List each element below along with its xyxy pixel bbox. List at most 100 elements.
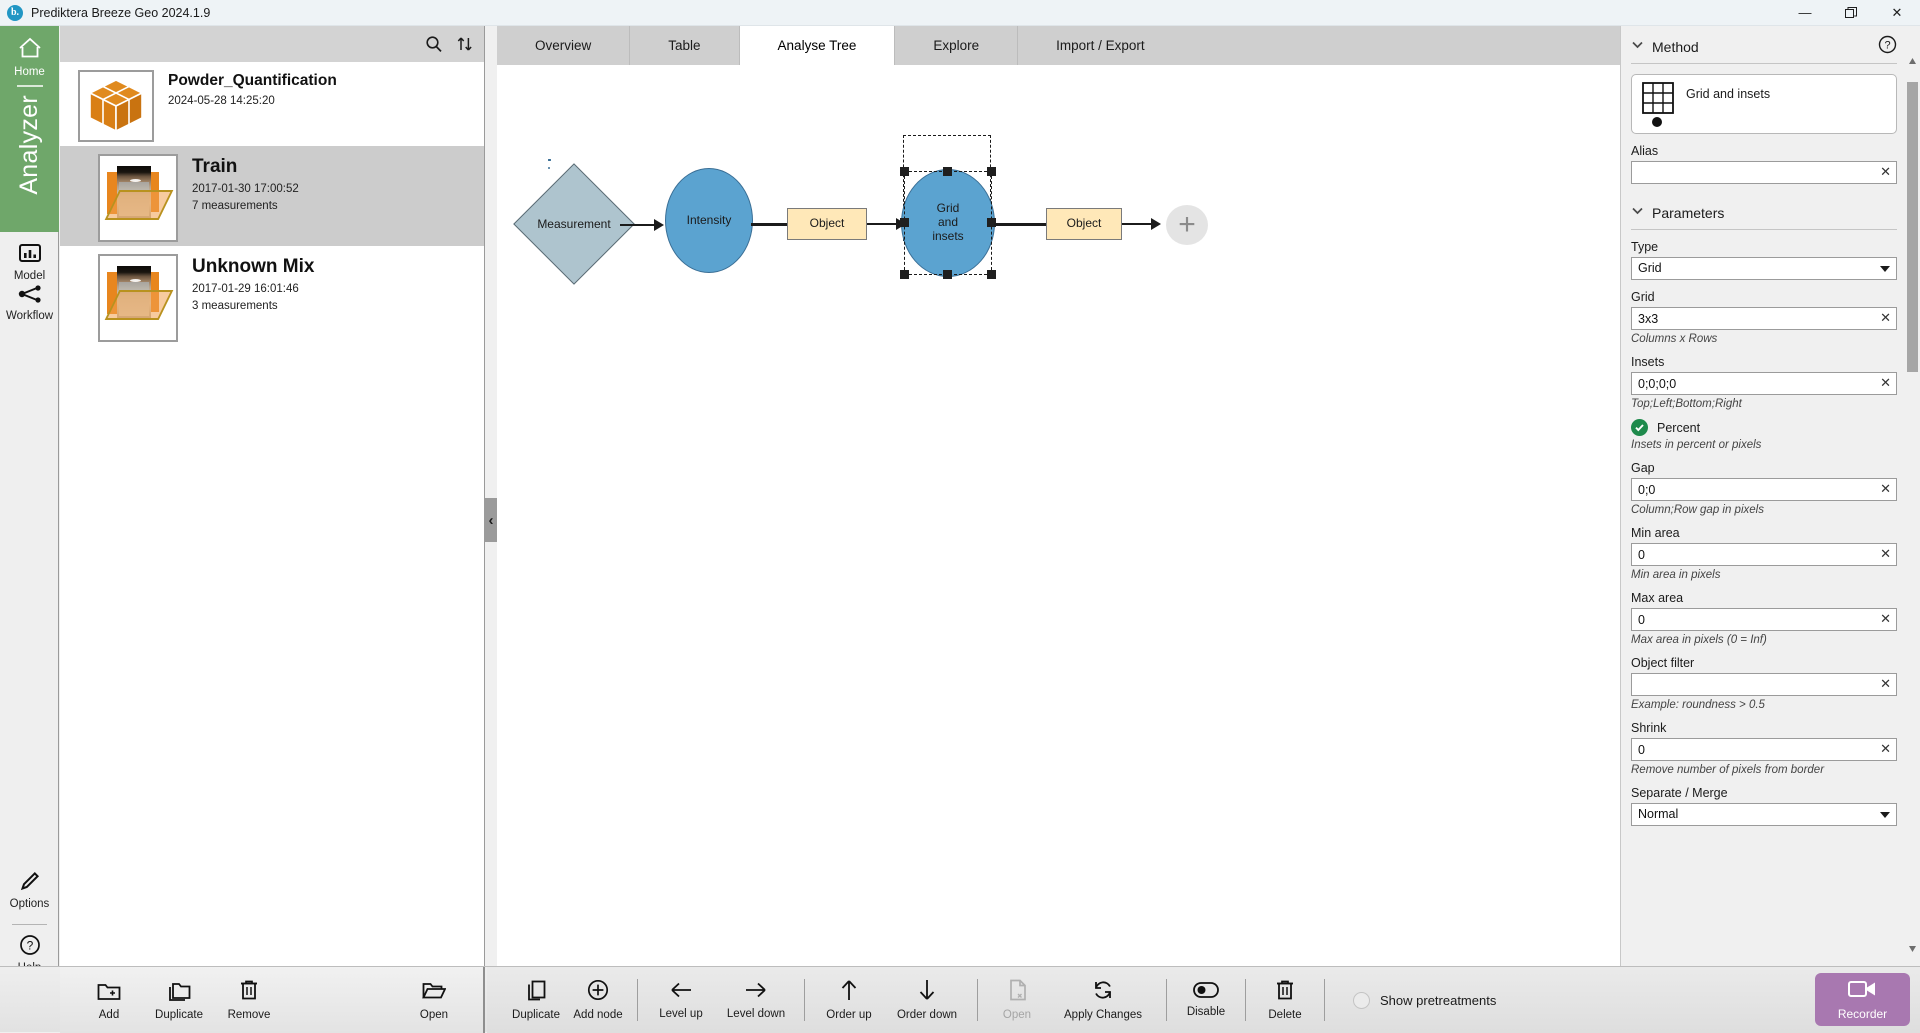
- duplicate-project-button[interactable]: Duplicate: [148, 972, 210, 1028]
- plus-circle-icon: [587, 979, 609, 1006]
- tab-table[interactable]: Table: [630, 26, 739, 65]
- minimize-button[interactable]: —: [1782, 0, 1828, 26]
- resize-handle-w[interactable]: [900, 218, 909, 227]
- maximize-button[interactable]: [1828, 0, 1874, 26]
- method-card-label: Grid and insets: [1686, 87, 1770, 101]
- alias-input[interactable]: [1631, 161, 1897, 184]
- section-header-method[interactable]: Method ?: [1631, 32, 1897, 64]
- type-select[interactable]: Grid: [1631, 257, 1897, 280]
- apply-changes-button[interactable]: Apply Changes: [1048, 972, 1158, 1028]
- sidebar-item-options[interactable]: Options: [0, 870, 59, 910]
- question-circle-icon: ?: [19, 934, 41, 961]
- insets-input[interactable]: [1631, 372, 1897, 395]
- scroll-down-arrow-icon[interactable]: [1907, 942, 1918, 955]
- object-filter-input[interactable]: [1631, 673, 1897, 696]
- plus-icon: +: [1178, 208, 1196, 242]
- shrink-input[interactable]: [1631, 738, 1897, 761]
- delete-button[interactable]: Delete: [1254, 972, 1316, 1028]
- section-header-parameters[interactable]: Parameters: [1631, 198, 1897, 230]
- svg-text:?: ?: [1884, 39, 1890, 51]
- resize-handle-s[interactable]: [943, 270, 952, 279]
- tab-explore[interactable]: Explore: [895, 26, 1018, 65]
- max-area-input[interactable]: [1631, 608, 1897, 631]
- properties-panel: Method ? Grid and insets Alias ✕: [1620, 26, 1920, 966]
- add-node-button[interactable]: +: [1166, 205, 1208, 245]
- resize-handle-se[interactable]: [987, 270, 996, 279]
- open-node-button[interactable]: Open: [986, 972, 1048, 1028]
- arrow-up-icon: [839, 979, 859, 1006]
- home-icon[interactable]: [17, 36, 43, 65]
- clear-icon[interactable]: ✕: [1880, 611, 1891, 627]
- recorder-button[interactable]: Recorder: [1815, 973, 1910, 1026]
- show-pretreatments-toggle[interactable]: Show pretreatments: [1353, 992, 1496, 1009]
- gap-input[interactable]: [1631, 478, 1897, 501]
- clear-icon[interactable]: ✕: [1880, 546, 1891, 562]
- question-circle-icon[interactable]: ?: [1878, 35, 1897, 59]
- add-button[interactable]: Add: [78, 972, 140, 1028]
- chevron-down-icon: [1631, 204, 1644, 222]
- resize-handle-ne[interactable]: [987, 167, 996, 176]
- node-intensity[interactable]: Intensity: [665, 168, 753, 273]
- tab-overview[interactable]: Overview: [497, 26, 630, 65]
- open-node-label: Open: [1003, 1009, 1031, 1021]
- list-item[interactable]: Train 2017-01-30 17:00:52 7 measurements: [60, 146, 484, 246]
- field-label-insets: Insets: [1631, 355, 1897, 369]
- resize-handle-sw[interactable]: [900, 270, 909, 279]
- scrollbar-thumb[interactable]: [1907, 82, 1918, 372]
- node-object-1[interactable]: Object: [787, 208, 867, 240]
- project-thumbnail-cube: [78, 70, 154, 142]
- project-thumbnail: [98, 154, 178, 242]
- field-hint-gap: Column;Row gap in pixels: [1631, 504, 1897, 516]
- method-card[interactable]: Grid and insets: [1631, 74, 1897, 134]
- sidebar-item-workflow[interactable]: Workflow: [0, 284, 59, 322]
- add-node-button[interactable]: Add node: [567, 972, 629, 1028]
- remove-button[interactable]: Remove: [218, 972, 280, 1028]
- open-project-label: Open: [420, 1009, 448, 1021]
- chart-icon: [19, 242, 41, 269]
- open-project-button[interactable]: Open: [403, 972, 465, 1028]
- order-up-label: Order up: [826, 1009, 871, 1021]
- separate-merge-select[interactable]: Normal: [1631, 803, 1897, 826]
- level-down-label: Level down: [727, 1008, 785, 1020]
- order-down-button[interactable]: Order down: [885, 972, 969, 1028]
- scroll-up-arrow-icon[interactable]: [1907, 54, 1918, 67]
- clear-icon[interactable]: ✕: [1880, 375, 1891, 391]
- clear-icon[interactable]: ✕: [1880, 741, 1891, 757]
- tab-analyse-tree[interactable]: Analyse Tree: [740, 26, 896, 65]
- rail-brand-section: Home Analyzer: [0, 26, 59, 232]
- duplicate-node-button[interactable]: Duplicate: [505, 972, 567, 1028]
- clear-icon[interactable]: ✕: [1880, 676, 1891, 692]
- clear-icon[interactable]: ✕: [1880, 310, 1891, 326]
- alias-label: Alias: [1631, 144, 1897, 158]
- arrow-left-icon: [669, 980, 693, 1005]
- edge-measurement-intensity: [620, 224, 656, 226]
- sort-icon[interactable]: [456, 35, 474, 53]
- method-active-dot: [1652, 117, 1662, 127]
- toggle-circle-icon: [1353, 992, 1370, 1009]
- collapse-left-panel-button[interactable]: ‹: [484, 498, 498, 542]
- close-button[interactable]: ✕: [1874, 0, 1920, 26]
- min-area-input[interactable]: [1631, 543, 1897, 566]
- order-up-button[interactable]: Order up: [813, 972, 885, 1028]
- document-icon: [1008, 979, 1027, 1006]
- sidebar-item-model[interactable]: Model: [0, 242, 59, 282]
- level-up-button[interactable]: Level up: [646, 972, 716, 1028]
- resize-handle-nw[interactable]: [900, 167, 909, 176]
- search-icon[interactable]: [425, 35, 443, 53]
- left-nav-rail: Home Analyzer Model Workflow: [0, 26, 59, 1032]
- project-timestamp: 2017-01-29 16:01:46: [192, 282, 314, 298]
- level-down-button[interactable]: Level down: [716, 972, 796, 1028]
- clear-icon[interactable]: ✕: [1880, 164, 1891, 180]
- properties-scrollbar[interactable]: [1907, 68, 1918, 960]
- project-root-row[interactable]: Powder_Quantification 2024-05-28 14:25:2…: [60, 62, 484, 146]
- resize-handle-n[interactable]: [943, 167, 952, 176]
- refresh-icon: [1092, 979, 1114, 1006]
- list-item[interactable]: Unknown Mix 2017-01-29 16:01:46 3 measur…: [60, 246, 484, 346]
- analyse-tree-canvas[interactable]: Measurement Intensity Object Gridandinse…: [497, 65, 1620, 966]
- percent-checkbox[interactable]: Percent: [1631, 419, 1897, 436]
- clear-icon[interactable]: ✕: [1880, 481, 1891, 497]
- disable-button[interactable]: Disable: [1175, 972, 1237, 1028]
- grid-input[interactable]: [1631, 307, 1897, 330]
- node-object-2[interactable]: Object: [1046, 208, 1122, 240]
- tab-import-export[interactable]: Import / Export: [1018, 26, 1183, 65]
